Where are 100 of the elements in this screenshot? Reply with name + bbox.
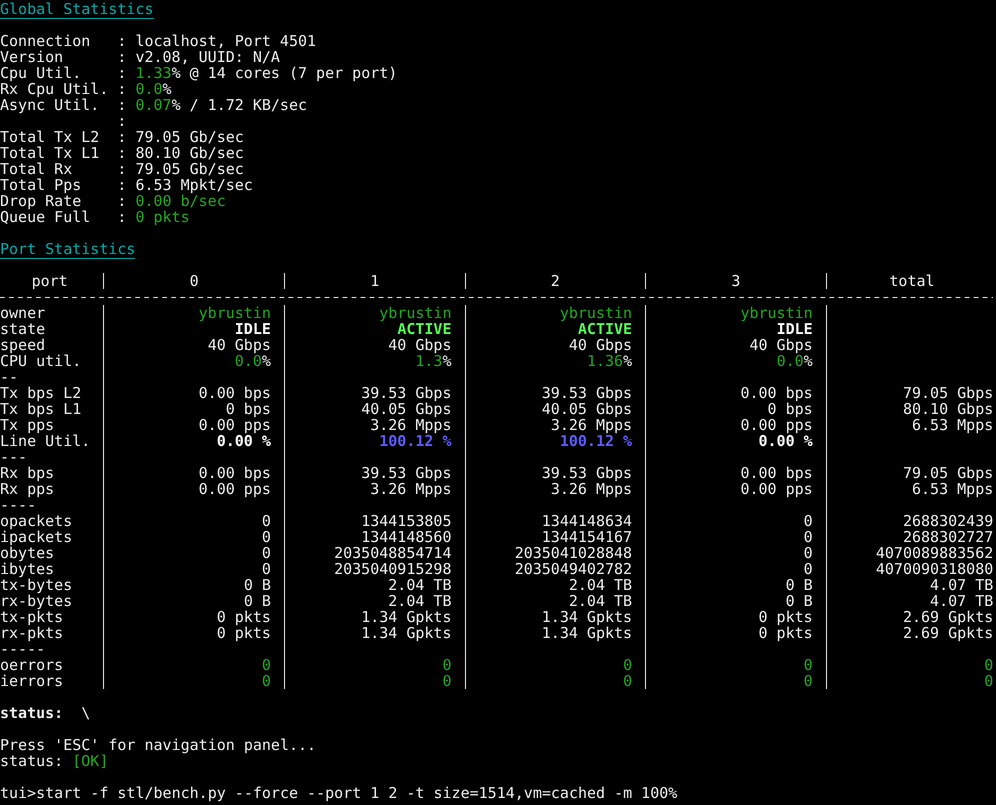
table-cell: 2688302727 xyxy=(902,529,994,545)
table-cell: 79.05 Gbps xyxy=(902,385,994,401)
column-header: port xyxy=(32,273,68,289)
table-cell: 6.53 Mpps xyxy=(912,417,994,433)
table-cell-text: 0 bps xyxy=(768,401,814,417)
row-label: opackets xyxy=(0,513,72,529)
stat-value: 79.05 Gb/sec xyxy=(135,161,244,177)
table-cell-text: 39.53 Gbps xyxy=(361,385,452,401)
stat-label: Total Rx xyxy=(0,161,74,177)
section-heading: Port Statistics xyxy=(0,240,136,259)
row-label: ibytes xyxy=(0,561,54,577)
section-heading: Global Statistics xyxy=(0,0,154,19)
stat-value: v2.08, UUID: N/A xyxy=(135,49,280,65)
table-cell-text: 0 pkts xyxy=(758,609,814,625)
column-header: 0 xyxy=(190,273,199,289)
row-label: Tx bps L2 xyxy=(0,385,82,401)
table-cell-text: 3.26 Mpps xyxy=(370,481,452,497)
table-cell-text: 0 xyxy=(804,513,814,529)
table-cell-text: 1.34 Gpkts xyxy=(542,609,634,625)
table-cell-text: 0 xyxy=(804,545,814,561)
table-cell-text: 0 xyxy=(623,657,634,673)
table-cell-text: 0 pkts xyxy=(758,625,814,641)
stat-label: Total Tx L2 xyxy=(0,129,100,145)
table-cell-text: 2.04 TB xyxy=(388,593,452,609)
table-cell-text: 3.26 Mpps xyxy=(550,481,634,497)
table-cell-text: 0 B xyxy=(786,577,814,593)
row-label: obytes xyxy=(0,545,54,561)
table-cell: 4070089883562 xyxy=(876,545,994,561)
row-label: tx-bytes xyxy=(0,577,72,593)
table-cell-text: 0 xyxy=(442,673,452,689)
table-cell-text: 1.3% xyxy=(415,353,452,369)
table-cell-text: 3.26 Mpps xyxy=(370,417,452,433)
table-cell-text: 0 pkts xyxy=(216,609,272,625)
row-label: tx-pkts xyxy=(0,609,64,625)
table-cell-text: 0 xyxy=(262,561,272,577)
table-cell-text: 0.00 bps xyxy=(740,465,814,481)
table-cell-text: 40 Gbps xyxy=(208,337,272,353)
stat-separator: : xyxy=(117,65,128,81)
table-cell-text: 0.0% xyxy=(776,353,814,369)
command-line[interactable]: tui>start -f stl/bench.py --force --port 1 2 -t size=1514,vm=cached -m 100% xyxy=(0,784,678,802)
column-header: 3 xyxy=(731,273,740,289)
row-label: state xyxy=(0,321,46,337)
table-cell-text: 0 xyxy=(804,657,814,673)
table-cell-text: 0 xyxy=(262,657,272,673)
table-cell-text: 0.00 % xyxy=(216,433,272,449)
stat-label: Connection xyxy=(0,33,92,49)
table-cell-text: 1344153805 xyxy=(361,513,452,529)
table-cell-text: 1344148560 xyxy=(361,529,452,545)
row-label: ierrors xyxy=(0,673,64,689)
table-cell-text: 0.00 bps xyxy=(198,465,272,481)
table-cell: 2.69 Gpkts xyxy=(902,609,994,625)
stat-separator: : xyxy=(117,129,128,145)
table-cell-text: 0.00 pps xyxy=(740,481,814,497)
table-cell-text: 0 B xyxy=(244,577,272,593)
table-cell-text: ybrustin xyxy=(560,305,634,321)
row-label: -- xyxy=(0,369,18,385)
stat-label: Cpu Util. xyxy=(0,65,82,81)
table-cell-text: 2.04 TB xyxy=(388,577,452,593)
table-cell: 4.07 TB xyxy=(930,577,994,593)
table-cell-text: 0.00 pps xyxy=(198,481,272,497)
table-cell-text: 2.04 TB xyxy=(568,593,634,609)
table-cell-text: 0 B xyxy=(244,593,272,609)
row-label: Line Util. xyxy=(0,433,90,449)
stat-separator: : xyxy=(117,33,128,49)
row-label: Rx bps xyxy=(0,465,54,481)
table-cell-text: 0 xyxy=(623,673,634,689)
table-cell: 80.10 Gbps xyxy=(902,401,994,417)
table-cell-text: ACTIVE xyxy=(578,321,634,337)
stat-separator: : xyxy=(117,177,128,193)
stat-label: Queue Full xyxy=(0,209,92,225)
stat-label: Async Util. xyxy=(0,97,100,113)
stat-separator: : xyxy=(117,145,128,161)
stat-separator: : xyxy=(117,113,128,129)
table-cell: 0 xyxy=(984,673,994,689)
stat-label: Total Tx L1 xyxy=(0,145,100,161)
spinner: \ xyxy=(81,704,90,722)
stat-separator: : xyxy=(117,161,128,177)
row-label: Tx bps L1 xyxy=(0,401,82,417)
table-cell-text: ACTIVE xyxy=(397,321,452,337)
table-cell-text: 0.00 pps xyxy=(198,417,272,433)
table-cell-text: 40.05 Gbps xyxy=(361,401,452,417)
table-cell-text: 0.00 bps xyxy=(198,385,272,401)
stat-value: 0 pkts xyxy=(135,209,190,225)
table-cell: 2688302439 xyxy=(902,513,994,529)
stat-separator: : xyxy=(117,97,128,113)
table-cell-text: 100.12 % xyxy=(379,433,452,449)
table-cell-text: 0 xyxy=(442,657,452,673)
row-label: rx-bytes xyxy=(0,593,72,609)
table-cell: 4.07 TB xyxy=(930,593,994,609)
table-cell-text: 1344148634 xyxy=(542,513,634,529)
stat-label: Version xyxy=(0,49,64,65)
stat-value: 79.05 Gb/sec xyxy=(135,129,244,145)
row-label: ipackets xyxy=(0,529,72,545)
stat-value: localhost, Port 4501 xyxy=(135,33,316,49)
table-cell-text: 1.36% xyxy=(586,353,634,369)
table-cell-text: 2.04 TB xyxy=(568,577,634,593)
table-cell-text: 0 xyxy=(262,545,272,561)
table-cell-text: 39.53 Gbps xyxy=(542,385,634,401)
table-cell-text: 0 xyxy=(804,561,814,577)
table-cell-text: 1.34 Gpkts xyxy=(542,625,634,641)
